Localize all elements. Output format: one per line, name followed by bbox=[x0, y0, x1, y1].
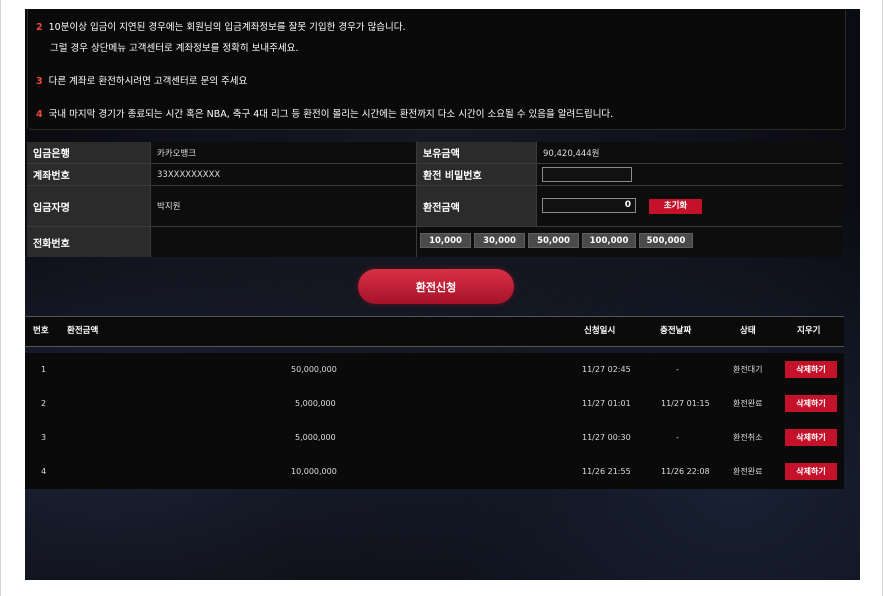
password-label: 환전 비밀번호 bbox=[416, 164, 536, 185]
notice-number: 2 bbox=[36, 22, 43, 33]
cell-requested: 11/27 02:45 bbox=[582, 365, 631, 374]
notice-number: 3 bbox=[36, 76, 43, 87]
cell-no: 2 bbox=[41, 399, 47, 408]
cell-amount: 10,000,000 bbox=[291, 467, 337, 476]
bank-value: 카카오뱅크 bbox=[150, 142, 416, 163]
quick-amount-10000-button[interactable]: 10,000 bbox=[420, 233, 471, 248]
amount-cell: 0 초기화 bbox=[536, 186, 842, 226]
cell-requested: 11/27 01:01 bbox=[582, 399, 631, 408]
table-row: 4 10,000,000 11/26 21:55 11/26 22:08 환전완… bbox=[25, 455, 844, 489]
header-requested: 신청일시 bbox=[584, 326, 616, 336]
header-paid: 충전날짜 bbox=[660, 326, 692, 336]
cell-status: 환전대기 bbox=[733, 365, 763, 374]
reset-button[interactable]: 초기화 bbox=[649, 199, 702, 214]
delete-button[interactable]: 삭제하기 bbox=[785, 395, 837, 412]
amount-label: 환전금액 bbox=[416, 186, 536, 226]
delete-button[interactable]: 삭제하기 bbox=[785, 463, 837, 480]
header-amount: 환전금액 bbox=[67, 326, 99, 336]
cell-amount: 5,000,000 bbox=[295, 433, 336, 442]
notice-box: 2 10분이상 입금이 지연된 경우에는 회원님의 입금계좌정보를 잘못 기입한 … bbox=[27, 9, 846, 130]
cell-no: 4 bbox=[41, 467, 47, 476]
account-label: 계좌번호 bbox=[27, 164, 150, 185]
cell-status: 환전취소 bbox=[733, 433, 763, 442]
notice-text: 국내 마지막 경기가 종료되는 시간 혹은 NBA, 축구 4대 리그 등 환전… bbox=[48, 109, 614, 120]
depositor-label: 입금자명 bbox=[27, 186, 150, 226]
notice-item-2-sub: 그럴 경우 상단메뉴 고객센터로 계좌정보를 정확히 보내주세요. bbox=[36, 40, 298, 54]
notice-item-2: 2 10분이상 입금이 지연된 경우에는 회원님의 입금계좌정보를 잘못 기입한 … bbox=[36, 19, 406, 33]
notice-number: 4 bbox=[36, 109, 43, 120]
account-value: 33XXXXXXXXX bbox=[150, 164, 416, 185]
quick-amount-cell: 10,000 30,000 50,000 100,000 500,000 bbox=[416, 227, 842, 257]
cell-paid: - bbox=[676, 365, 679, 374]
form-row-account: 계좌번호 33XXXXXXXXX 환전 비밀번호 bbox=[27, 164, 842, 186]
cell-amount: 5,000,000 bbox=[295, 399, 336, 408]
quick-amount-50000-button[interactable]: 50,000 bbox=[528, 233, 579, 248]
phone-label: 전화번호 bbox=[27, 227, 150, 257]
notice-item-3: 3 다른 계좌로 환전하시려면 고객센터로 문의 주세요 bbox=[36, 73, 247, 87]
header-delete: 지우기 bbox=[797, 326, 821, 336]
bank-label: 입금은행 bbox=[27, 142, 150, 163]
table-row: 3 5,000,000 11/27 00:30 - 환전취소 삭제하기 bbox=[25, 421, 844, 455]
cell-paid: - bbox=[676, 433, 679, 442]
amount-input[interactable]: 0 bbox=[542, 198, 636, 213]
balance-label: 보유금액 bbox=[416, 142, 536, 163]
cell-requested: 11/27 00:30 bbox=[582, 433, 631, 442]
cell-requested: 11/26 21:55 bbox=[582, 467, 631, 476]
header-status: 상태 bbox=[740, 326, 756, 336]
phone-value bbox=[150, 227, 416, 257]
header-no: 번호 bbox=[33, 326, 49, 336]
password-cell bbox=[536, 164, 842, 185]
password-input[interactable] bbox=[542, 167, 632, 182]
cell-no: 3 bbox=[41, 433, 47, 442]
notice-subtext: 그럴 경우 상단메뉴 고객센터로 계좌정보를 정확히 보내주세요. bbox=[50, 43, 299, 54]
cell-paid: 11/27 01:15 bbox=[661, 399, 710, 408]
page-frame: 2 10분이상 입금이 지연된 경우에는 회원님의 입금계좌정보를 잘못 기입한 … bbox=[0, 0, 883, 596]
form-row-depositor: 입금자명 박지원 환전금액 0 초기화 bbox=[27, 186, 842, 227]
notice-text: 10분이상 입금이 지연된 경우에는 회원님의 입금계좌정보를 잘못 기입한 경… bbox=[48, 22, 406, 33]
cell-amount: 50,000,000 bbox=[291, 365, 337, 374]
table-row: 2 5,000,000 11/27 01:01 11/27 01:15 환전완료… bbox=[25, 387, 844, 421]
balance-value: 90,420,444원 bbox=[536, 142, 842, 163]
exchange-panel: 2 10분이상 입금이 지연된 경우에는 회원님의 입금계좌정보를 잘못 기입한 … bbox=[25, 9, 860, 580]
table-header: 번호 환전금액 신청일시 충전날짜 상태 지우기 bbox=[25, 316, 844, 347]
notice-item-4: 4 국내 마지막 경기가 종료되는 시간 혹은 NBA, 축구 4대 리그 등 환… bbox=[36, 106, 613, 120]
quick-amount-500000-button[interactable]: 500,000 bbox=[639, 233, 693, 248]
cell-paid: 11/26 22:08 bbox=[661, 467, 710, 476]
cell-status: 환전완료 bbox=[733, 399, 763, 408]
delete-button[interactable]: 삭제하기 bbox=[785, 361, 837, 378]
cell-status: 환전완료 bbox=[733, 467, 763, 476]
quick-amount-30000-button[interactable]: 30,000 bbox=[474, 233, 525, 248]
exchange-submit-button[interactable]: 환전신청 bbox=[358, 269, 514, 304]
notice-text: 다른 계좌로 환전하시려면 고객센터로 문의 주세요 bbox=[48, 76, 248, 87]
table-row: 1 50,000,000 11/27 02:45 - 환전대기 삭제하기 bbox=[25, 353, 844, 387]
depositor-value: 박지원 bbox=[150, 186, 416, 226]
quick-amount-100000-button[interactable]: 100,000 bbox=[582, 233, 636, 248]
exchange-form: 입금은행 카카오뱅크 보유금액 90,420,444원 계좌번호 33XXXXX… bbox=[27, 142, 842, 257]
form-row-phone: 전화번호 10,000 30,000 50,000 100,000 500,00… bbox=[27, 227, 842, 257]
delete-button[interactable]: 삭제하기 bbox=[785, 429, 837, 446]
form-row-bank: 입금은행 카카오뱅크 보유금액 90,420,444원 bbox=[27, 142, 842, 164]
cell-no: 1 bbox=[41, 365, 47, 374]
